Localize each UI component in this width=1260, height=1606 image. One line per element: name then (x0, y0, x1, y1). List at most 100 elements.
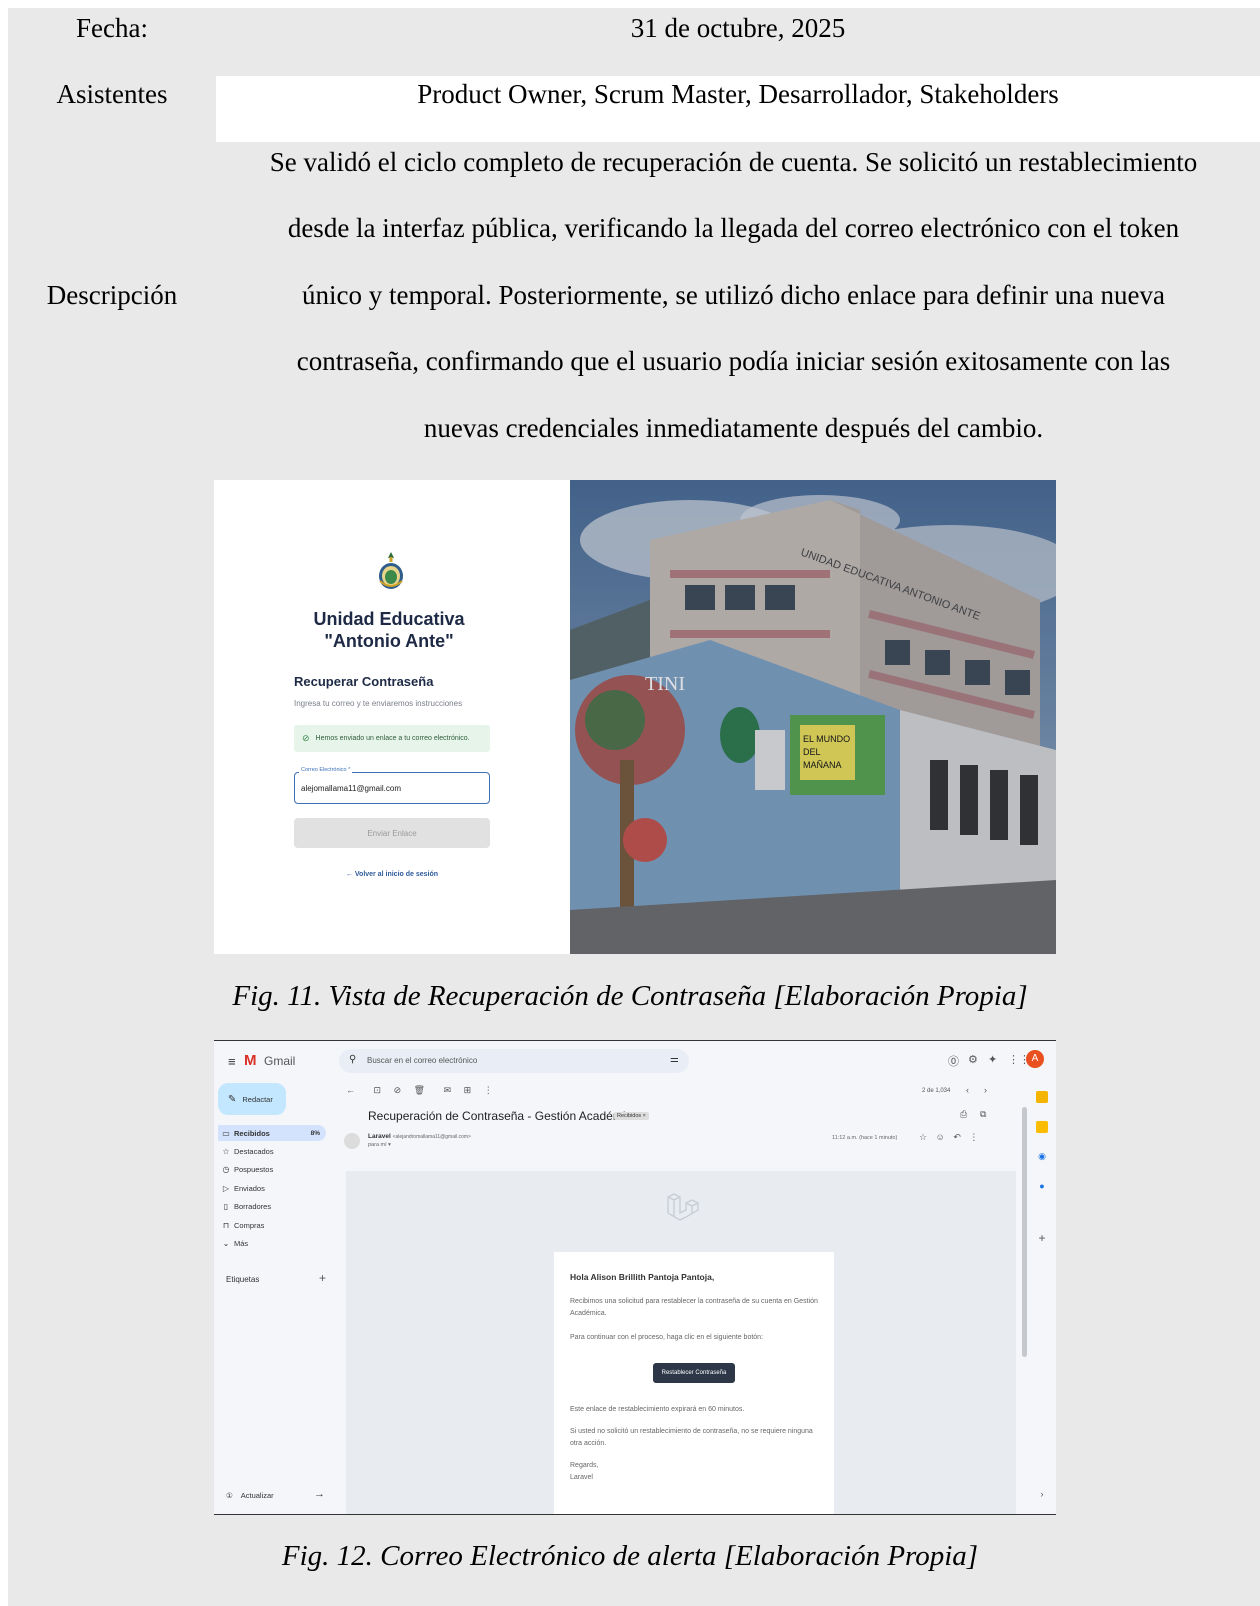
email-paragraph: Recibimos una solicitud para restablecer… (570, 1298, 818, 1317)
search-bar[interactable]: ⚲ Buscar en el correo electrónico ⚌ (339, 1049, 689, 1073)
sidebar-item-inbox[interactable]: ▭ Recibidos 8% (218, 1125, 326, 1141)
star-icon[interactable]: ☆ (919, 1132, 927, 1142)
filter-icon[interactable]: ⚌ (670, 1054, 679, 1065)
arrow-right-icon[interactable]: → (314, 1488, 325, 1500)
bag-icon: ⊓ (222, 1220, 230, 1230)
keep-icon[interactable] (1036, 1121, 1048, 1133)
pager: 2 de 1,034 (922, 1088, 951, 1094)
tasks-icon[interactable]: ◉ (1036, 1151, 1048, 1163)
more-vert-icon[interactable]: ⋮ (484, 1085, 493, 1095)
reply-icon[interactable]: ↶ (953, 1132, 961, 1142)
mark-unread-icon[interactable]: ✉ (444, 1085, 452, 1095)
figure-11-caption: Fig. 11. Vista de Recuperación de Contra… (232, 980, 1028, 1012)
move-icon[interactable]: ⊞ (464, 1085, 472, 1095)
more-vert-icon[interactable]: ⋮ (969, 1132, 978, 1142)
print-icon[interactable]: ⎙ (960, 1109, 967, 1120)
send-icon: ▷ (222, 1183, 230, 1193)
sender-avatar (344, 1133, 360, 1149)
school-crest-icon (379, 552, 403, 589)
descripcion-line: único y temporal. Posteriormente, se uti… (302, 280, 1165, 310)
descripcion-label: Descripción (46, 280, 178, 310)
add-label-icon[interactable]: + (319, 1271, 326, 1285)
sender-email: <alejandromallama11@gmail.com> (392, 1134, 471, 1140)
asistentes-label: Asistentes (56, 79, 168, 109)
descripcion-line: Se validó el ciclo completo de recuperac… (269, 147, 1198, 177)
sidebar-item-sent[interactable]: ▷ Enviados (218, 1180, 326, 1196)
back-to-login-link[interactable]: ← Volver al inicio de sesión (294, 871, 490, 878)
check-circle-icon: ⊘ (302, 733, 310, 743)
nav-label: Borradores (234, 1201, 272, 1211)
scrollbar[interactable] (1022, 1107, 1027, 1357)
inbox-icon: ▭ (222, 1128, 230, 1138)
nav-label: Enviados (234, 1183, 265, 1193)
gmail-logo-icon: M (244, 1052, 257, 1069)
inbox-badge[interactable]: Recibidos × (614, 1112, 649, 1120)
sidebar-item-drafts[interactable]: ▯ Borradores (218, 1198, 326, 1214)
update-label: Actualizar (240, 1491, 274, 1500)
school-photo: UNIDAD EDUCATIVA ANTONIO ANTE TINI EL MU… (570, 480, 1056, 954)
sidebar-item-snoozed[interactable]: ◷ Pospuestos (218, 1161, 326, 1177)
expand-icon[interactable]: › (1036, 1489, 1048, 1501)
figure-gmail: ≡ M Gmail ⚲ Buscar en el correo electrón… (214, 1040, 1056, 1515)
sidebar-item-purchases[interactable]: ⊓ Compras (218, 1217, 326, 1233)
email-regards: Regards, (570, 1462, 599, 1469)
to-me[interactable]: para mí ▾ (368, 1142, 391, 1148)
gmail-app-name: Gmail (264, 1054, 296, 1068)
settings-icon[interactable]: ⚙ (968, 1053, 978, 1066)
descripcion-line: contraseña, confirmando que el usuario p… (296, 346, 1171, 376)
nav-label: Pospuestos (234, 1164, 274, 1174)
inbox-count: 8% (310, 1129, 320, 1137)
school-name-line: Unidad Educativa (313, 609, 465, 629)
nav-label: Recibidos (234, 1128, 270, 1138)
next-icon[interactable]: › (984, 1085, 987, 1095)
back-arrow-icon[interactable]: ← (346, 1085, 355, 1095)
success-alert: ⊘ Hemos enviado un enlace a tu correo el… (294, 725, 490, 752)
nav-label: Compras (234, 1220, 265, 1230)
school-building-image: UNIDAD EDUCATIVA ANTONIO ANTE TINI EL MU… (570, 480, 1056, 954)
calendar-icon[interactable] (1036, 1091, 1048, 1103)
account-avatar[interactable]: A (1026, 1050, 1044, 1068)
prev-icon[interactable]: ‹ (966, 1085, 969, 1095)
reset-password-button[interactable]: Restablecer Contraseña (653, 1363, 735, 1383)
email-field-value: alejomallama11@gmail.com (301, 784, 402, 793)
email-paragraph: Este enlace de restablecimiento expirará… (570, 1406, 745, 1413)
email-signature: Laravel (570, 1474, 593, 1481)
school-name: Unidad Educativa "Antonio Ante" (284, 608, 494, 652)
compose-button[interactable]: ✎ Redactar (218, 1083, 286, 1115)
sidebar-item-more[interactable]: ⌄ Más (218, 1235, 326, 1251)
new-window-icon[interactable]: ⧉ (980, 1109, 986, 1120)
sender-name: Laravel (368, 1133, 391, 1140)
figure-12-caption: Fig. 12. Correo Electrónico de alerta [E… (281, 1540, 979, 1572)
descripcion-line: nuevas credenciales inmediatamente despu… (423, 413, 1044, 443)
clock-icon: ◷ (222, 1164, 230, 1174)
fecha-value: 31 de octubre, 2025 (630, 13, 846, 43)
toolbar: ← ⊡ ⊘ 🗑 ✉ ⊞ ⋮ (346, 1085, 493, 1096)
update-item[interactable]: ① Actualizar (226, 1491, 274, 1500)
email-paragraph: Para continuar con el proceso, haga clic… (570, 1334, 764, 1341)
trash-icon[interactable]: 🗑 (414, 1085, 425, 1095)
labels-heading: Etiquetas (226, 1275, 260, 1284)
report-icon[interactable]: ⊘ (394, 1085, 402, 1095)
compose-label: Redactar (242, 1094, 273, 1104)
email-field[interactable]: Correo Electrónico * alejomallama11@gmai… (294, 767, 490, 804)
help-icon[interactable]: ⓪ (948, 1053, 959, 1069)
email-subject: Recuperación de Contraseña - Gestión Aca… (368, 1109, 639, 1123)
pencil-icon: ✎ (228, 1093, 237, 1105)
draft-icon: ▯ (223, 1201, 229, 1211)
star-icon: ☆ (222, 1146, 230, 1156)
contacts-icon[interactable]: ● (1036, 1181, 1048, 1193)
emoji-icon[interactable]: ☺ (936, 1132, 945, 1142)
sidebar-item-starred[interactable]: ☆ Destacados (218, 1143, 326, 1159)
menu-icon[interactable]: ≡ (228, 1054, 236, 1069)
chevron-down-icon: ⌄ (222, 1238, 230, 1248)
email-paragraph: Si usted no solicitó un restablecimiento… (570, 1428, 813, 1447)
archive-icon[interactable]: ⊡ (374, 1085, 382, 1095)
add-addon-icon[interactable]: + (1036, 1231, 1048, 1245)
search-icon: ⚲ (349, 1054, 357, 1065)
gemini-icon[interactable]: ✦ (988, 1053, 997, 1066)
descripcion-line: desde la interfaz pública, verificando l… (287, 213, 1180, 243)
send-link-button[interactable]: Enviar Enlace (294, 818, 490, 848)
laravel-logo-icon (667, 1193, 699, 1221)
recover-title: Recuperar Contraseña (294, 674, 434, 689)
school-name-line: "Antonio Ante" (324, 631, 454, 651)
